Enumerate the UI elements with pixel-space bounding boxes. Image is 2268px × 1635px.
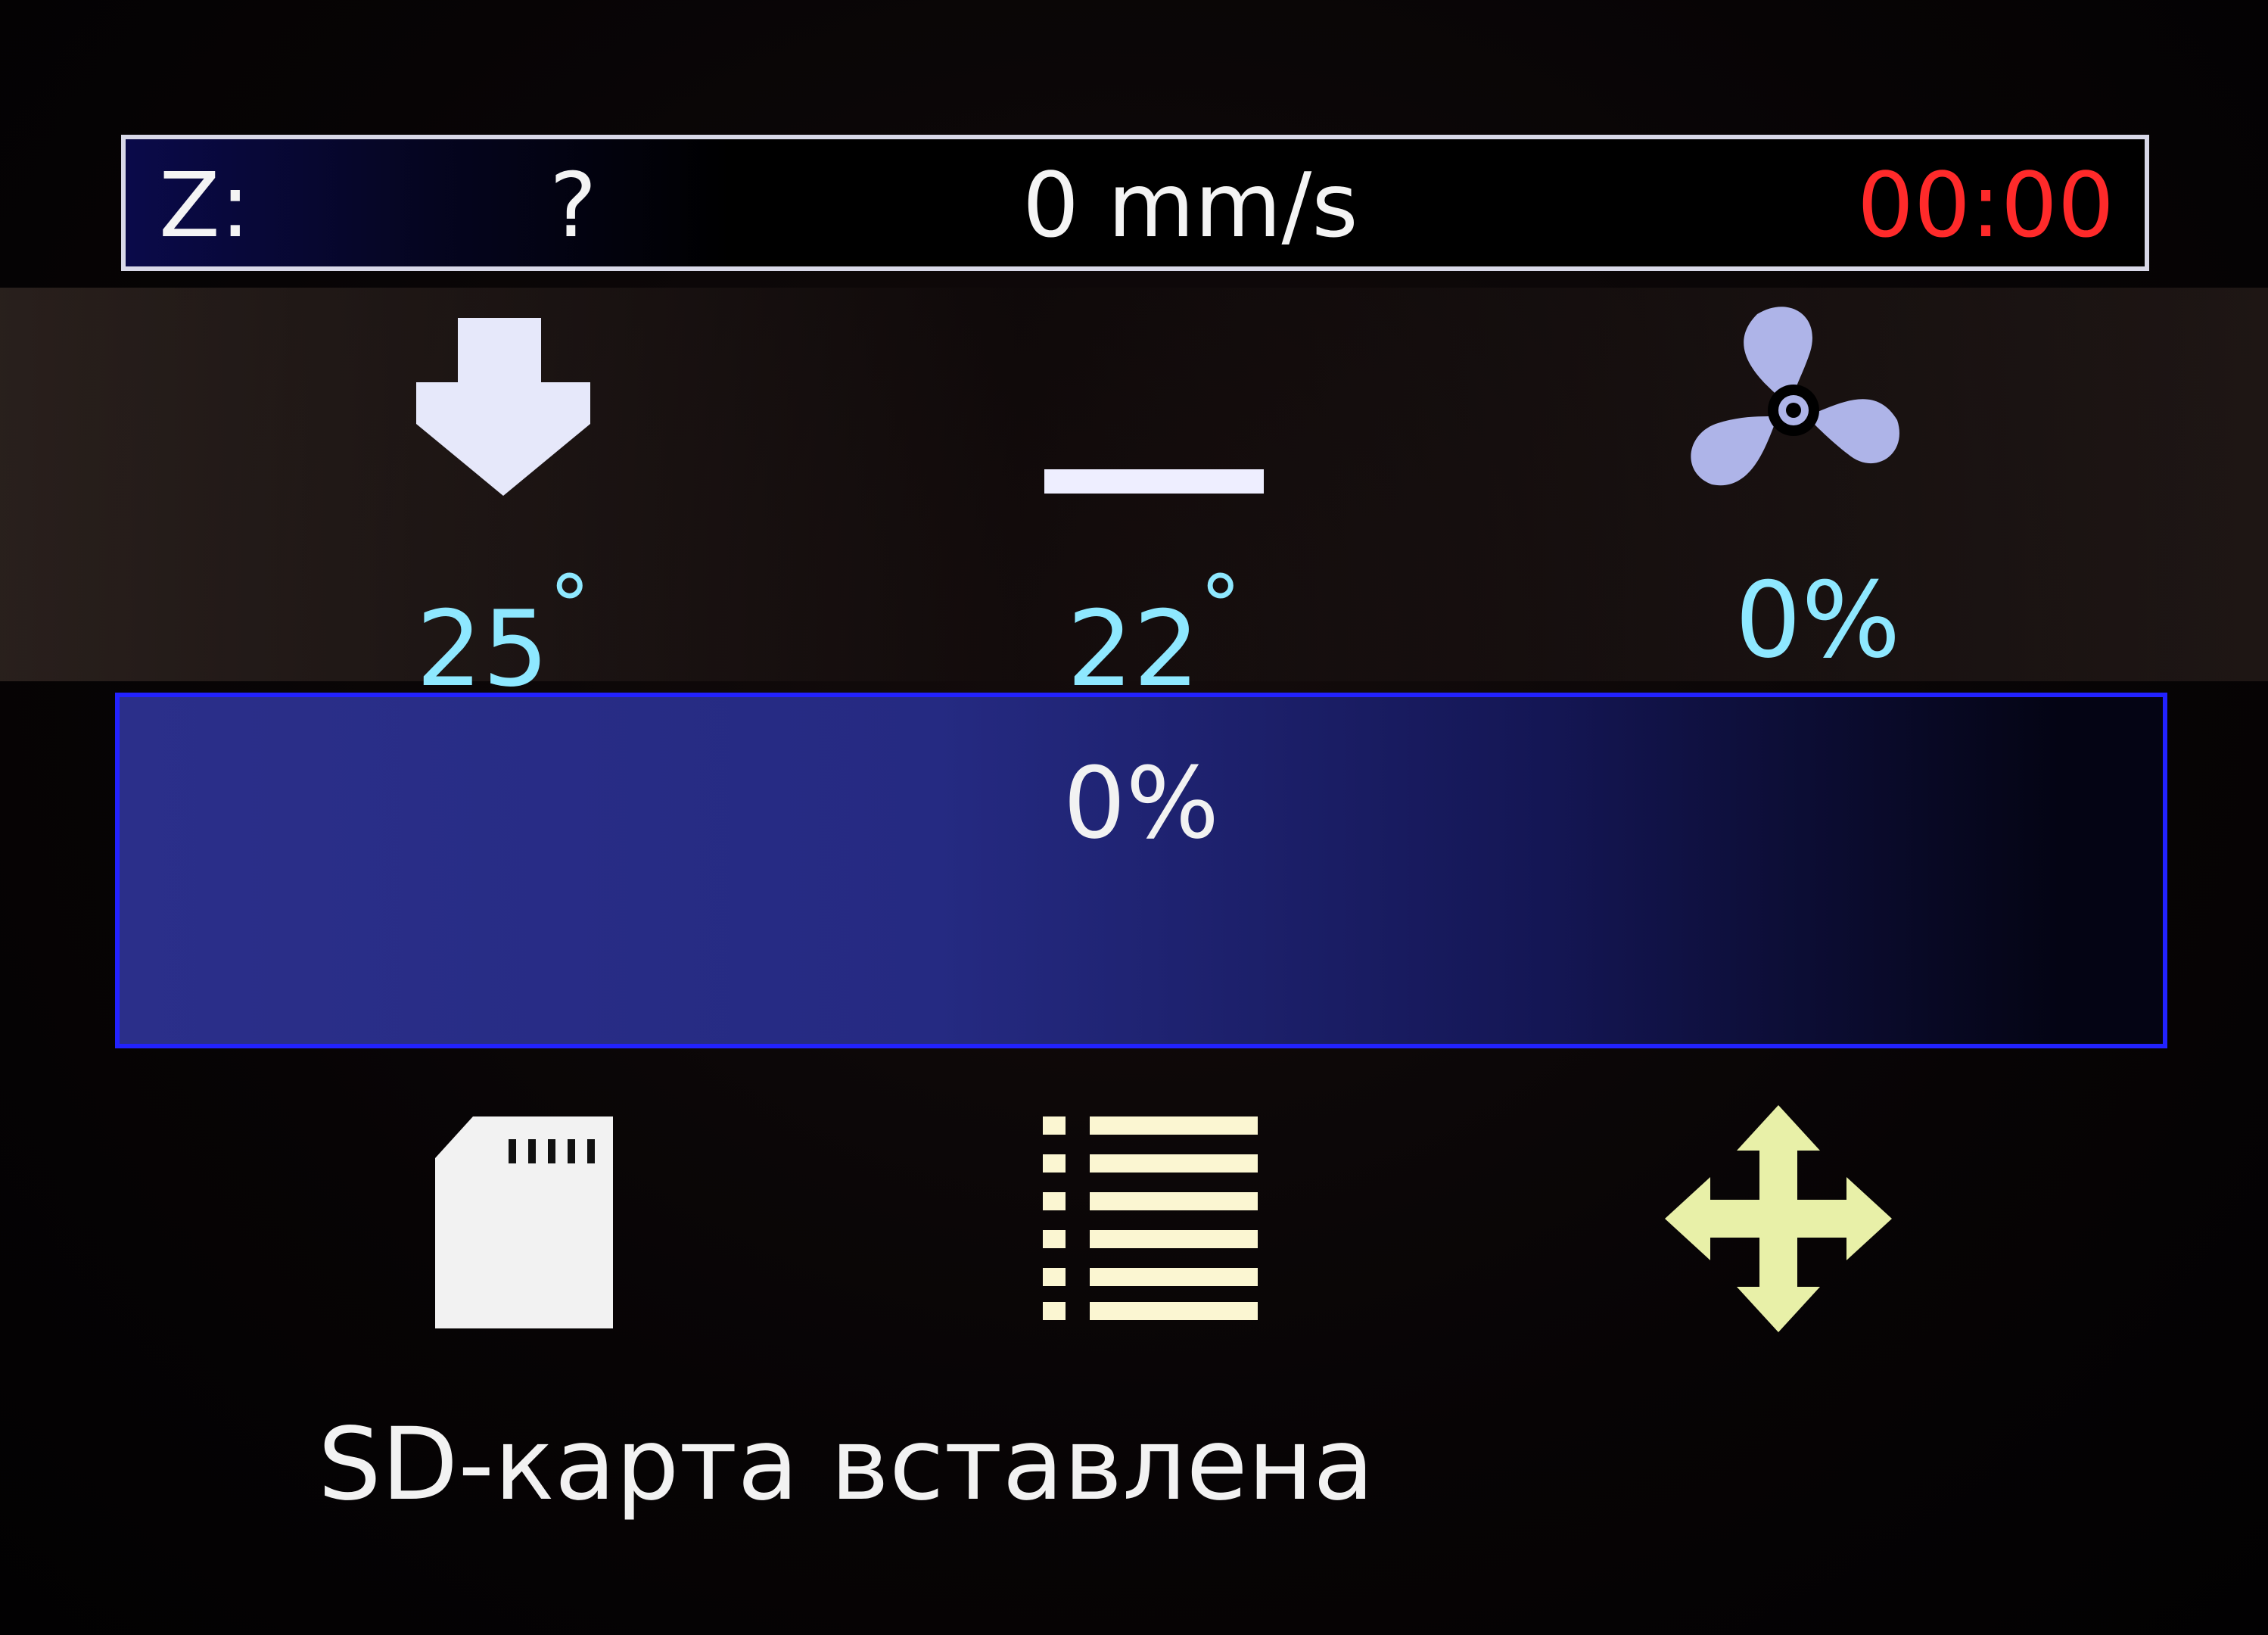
feed-speed: 0 mm/s [1022,153,1358,257]
bed-temperature: 22° [927,557,1381,706]
sd-card-icon [435,1116,613,1328]
heated-bed-icon [1044,469,1264,494]
extruder-down-arrow-icon [416,318,590,496]
print-progress-bar: 0% [115,693,2167,1048]
fan-icon [1691,307,1899,486]
bed-temperature-value: 22 [1066,588,1200,710]
status-message: SD-карта вставлена [318,1406,1374,1523]
extruder-button[interactable] [276,310,730,500]
extruder-temperature-value: 25 [415,588,549,710]
bed-temperature-unit: ° [1199,557,1242,654]
main-menu-button[interactable] [923,1113,1377,1325]
menu-list-icon [1043,1116,1258,1320]
progress-percent: 0% [1062,746,1220,861]
extruder-temperature-unit: ° [549,557,591,654]
status-bar: Z: ? 0 mm/s 00:00 [121,135,2149,271]
move-axes-button[interactable] [1551,1101,2005,1336]
extruder-temperature: 25° [276,557,730,706]
fan-button[interactable] [1568,299,2022,519]
z-position-value: ? [549,153,597,257]
z-label: Z: [159,153,250,257]
elapsed-timer: 00:00 [1856,153,2114,257]
printer-display: Z: ? 0 mm/s 00:00 25° 22° 0% 0% SD-карта… [0,0,2268,1635]
fan-speed: 0% [1734,559,1901,681]
move-arrows-icon [1665,1105,1892,1332]
bed-button[interactable] [927,462,1381,500]
sd-card-button[interactable] [299,1113,753,1332]
